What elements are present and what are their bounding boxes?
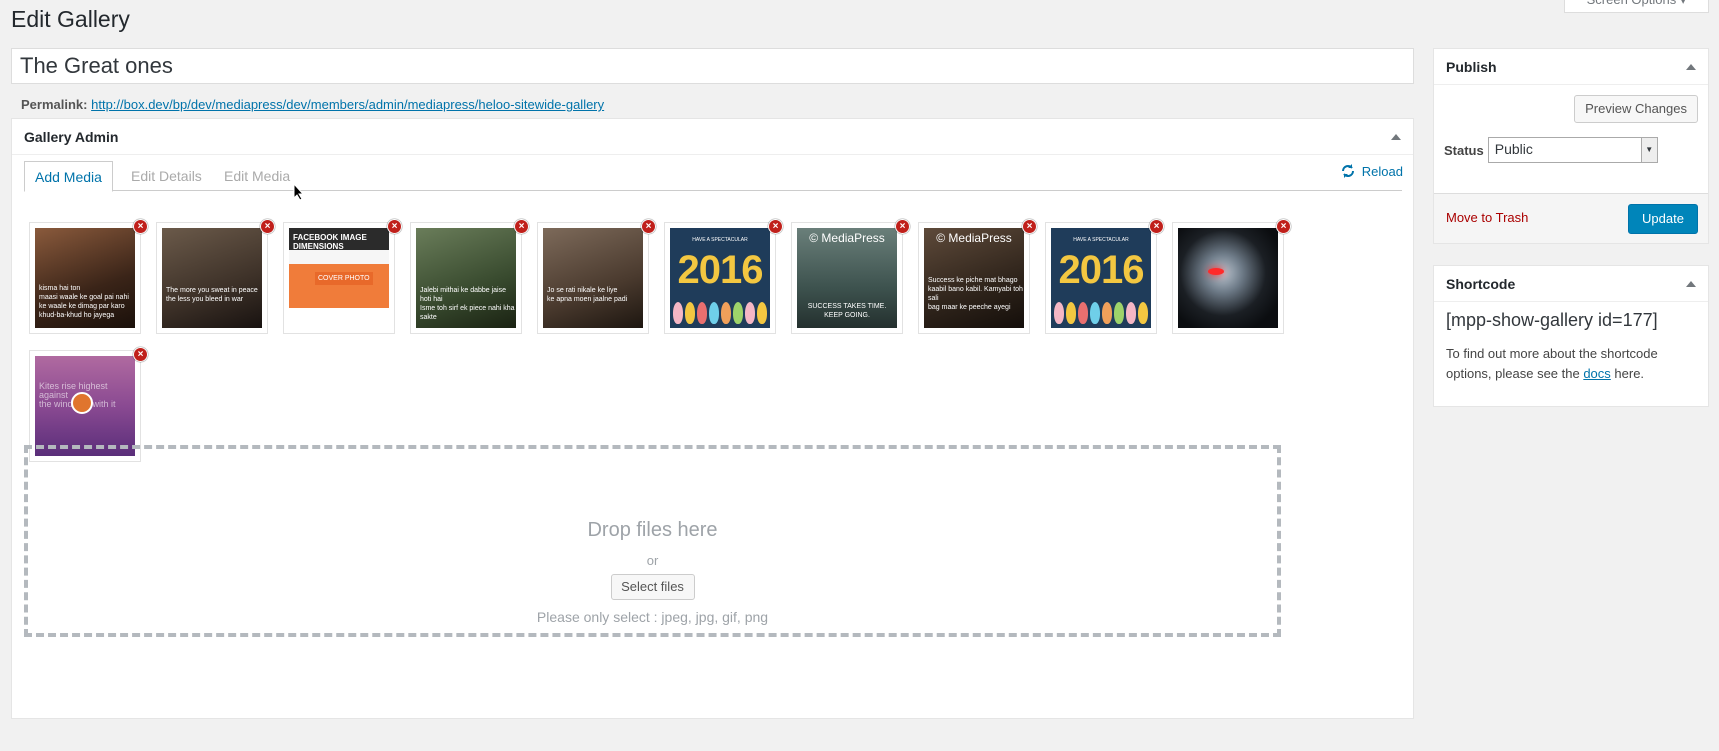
status-label: Status [1444,142,1484,158]
docs-link[interactable]: docs [1583,366,1610,381]
move-to-trash-link[interactable]: Move to Trash [1446,210,1528,225]
media-thumbnail[interactable]: © MediaPress SUCCESS TAKES TIME. KEEP GOI… [791,219,910,334]
shortcode-help: To find out more about the shortcode opt… [1446,344,1696,384]
permalink-link[interactable]: http://box.dev/bp/dev/mediapress/dev/mem… [91,97,604,112]
thumbnail-image: The more you sweat in peace the less you… [162,228,262,328]
balloons-decoration [1054,302,1148,324]
gallery-title-input[interactable]: The Great ones [11,48,1414,84]
shortcode-text[interactable]: [mpp-show-gallery id=177] [1446,310,1658,331]
shortcode-title: Shortcode [1446,275,1516,292]
thumbnail-caption: HAVE A SPECTACULAR [1073,237,1129,243]
collapse-arrow-icon[interactable] [1686,280,1696,287]
thumbnail-image [1178,228,1278,328]
gallery-admin-box: Gallery Admin Add Media Edit Details Edi… [11,118,1414,719]
avatar-icon [71,392,93,414]
delete-media-icon[interactable]: × [260,219,275,234]
thumbnail-image: Kites rise highest against the wind, not… [35,356,135,456]
thumbnail-image: FACEBOOK IMAGE DIMENSIONS COVER PHOTO [289,228,389,328]
drop-or: or [646,553,659,568]
delete-media-icon[interactable]: × [133,347,148,362]
media-thumbnail[interactable]: × [1172,219,1291,334]
media-thumbnail[interactable]: Jalebi mithai ke dabbe jaise hoti hai Is… [410,219,529,334]
publish-actions: Move to Trash Update [1434,193,1708,243]
thumbnail-caption: The more you sweat in peace the less you… [166,287,258,303]
drop-zone[interactable]: Drop files here or Select files Please o… [24,445,1281,637]
permalink-label: Permalink: [21,97,88,112]
thumbnail-image: © MediaPress SUCCESS TAKES TIME. KEEP GOI… [797,228,897,328]
thumbnail-caption: FACEBOOK IMAGE DIMENSIONS [293,233,367,251]
tab-add-media[interactable]: Add Media [24,161,113,192]
page-title: Edit Gallery [11,6,130,32]
thumbnail-year: 2016 [1058,248,1145,292]
thumbnail-caption: SUCCESS TAKES TIME. KEEP GOING. [807,303,887,319]
media-thumbnail[interactable]: The more you sweat in peace the less you… [156,219,275,334]
status-row: Status Public ▼ [1444,137,1658,163]
update-button[interactable]: Update [1628,204,1698,234]
chevron-down-icon: ▼ [1640,138,1657,162]
drop-title: Drop files here [587,519,718,541]
publish-box: Publish Preview Changes Status Public ▼ … [1433,48,1709,244]
collapse-arrow-icon[interactable] [1391,133,1401,140]
collapse-arrow-icon[interactable] [1686,63,1696,70]
select-files-button[interactable]: Select files [610,574,695,600]
media-thumbnail[interactable]: © MediaPress Success ke piche mat bhago k… [918,219,1037,334]
media-thumbnail[interactable]: kisma hai ton maasi waale ke goal pai na… [29,219,148,334]
tab-edit-media[interactable]: Edit Media [214,161,300,192]
thumbnail-image: HAVE A SPECTACULAR 2016 [670,228,770,328]
reload-label: Reload [1361,163,1403,179]
gallery-admin-title: Gallery Admin [24,128,119,145]
media-thumbnail[interactable]: HAVE A SPECTACULAR 2016 × [1045,219,1164,334]
preview-changes-button[interactable]: Preview Changes [1574,95,1698,123]
media-thumbnail[interactable]: Jo se rati nikale ke liye ke apna moen j… [537,219,656,334]
thumbnail-caption: Jo se rati nikale ke liye ke apna moen j… [547,287,628,303]
media-thumbnail[interactable]: HAVE A SPECTACULAR 2016 × [664,219,783,334]
thumbnail-caption: HAVE A SPECTACULAR [692,237,748,243]
gallery-admin-header[interactable]: Gallery Admin [12,119,1413,155]
mouse-cursor-icon [293,183,305,201]
status-select[interactable]: Public ▼ [1487,137,1658,163]
thumbnail-image: kisma hai ton maasi waale ke goal pai na… [35,228,135,328]
thumbnail-caption: Jalebi mithai ke dabbe jaise hoti hai Is… [420,287,515,321]
thumbnail-image: HAVE A SPECTACULAR 2016 [1051,228,1151,328]
thumbnail-subcaption: COVER PHOTO [315,272,373,285]
status-value: Public [1494,141,1533,157]
thumbnail-caption: Success ke piche mat bhago kaabil bano k… [928,277,1023,311]
delete-media-icon[interactable]: × [1149,219,1164,234]
watermark-text: © MediaPress [936,231,1012,245]
thumbnail-image: © MediaPress Success ke piche mat bhago k… [924,228,1024,328]
reload-icon [1341,164,1354,178]
shortcode-header[interactable]: Shortcode [1434,266,1708,302]
delete-media-icon[interactable]: × [895,219,910,234]
thumbnail-image: Jalebi mithai ke dabbe jaise hoti hai Is… [416,228,516,328]
thumbnail-image: Jo se rati nikale ke liye ke apna moen j… [543,228,643,328]
delete-media-icon[interactable]: × [1022,219,1037,234]
robot-eye-glow [1208,268,1224,275]
publish-title: Publish [1446,58,1497,75]
reload-button[interactable]: Reload [1340,163,1403,179]
allowed-types-note: Please only select : jpeg, jpg, gif, png [536,609,769,625]
screen-options-button[interactable]: Screen Options ▾ [1564,0,1709,13]
thumbnail-year: 2016 [677,248,764,292]
delete-media-icon[interactable]: × [768,219,783,234]
thumbnail-caption: kisma hai ton maasi waale ke goal pai na… [39,285,129,319]
publish-header[interactable]: Publish [1434,49,1708,85]
media-tabs: Add Media Edit Details Edit Media [24,161,1402,192]
watermark-text: © MediaPress [809,231,885,245]
delete-media-icon[interactable]: × [1276,219,1291,234]
media-thumbnail[interactable]: FACEBOOK IMAGE DIMENSIONS COVER PHOTO × [283,219,402,334]
delete-media-icon[interactable]: × [387,219,402,234]
delete-media-icon[interactable]: × [133,219,148,234]
shortcode-box: Shortcode [mpp-show-gallery id=177] To f… [1433,265,1709,407]
shortcode-help-suffix: here. [1610,366,1645,381]
balloons-decoration [673,302,767,324]
delete-media-icon[interactable]: × [641,219,656,234]
tab-edit-details[interactable]: Edit Details [121,161,212,192]
delete-media-icon[interactable]: × [514,219,529,234]
permalink: Permalink: http://box.dev/bp/dev/mediapr… [21,97,604,112]
